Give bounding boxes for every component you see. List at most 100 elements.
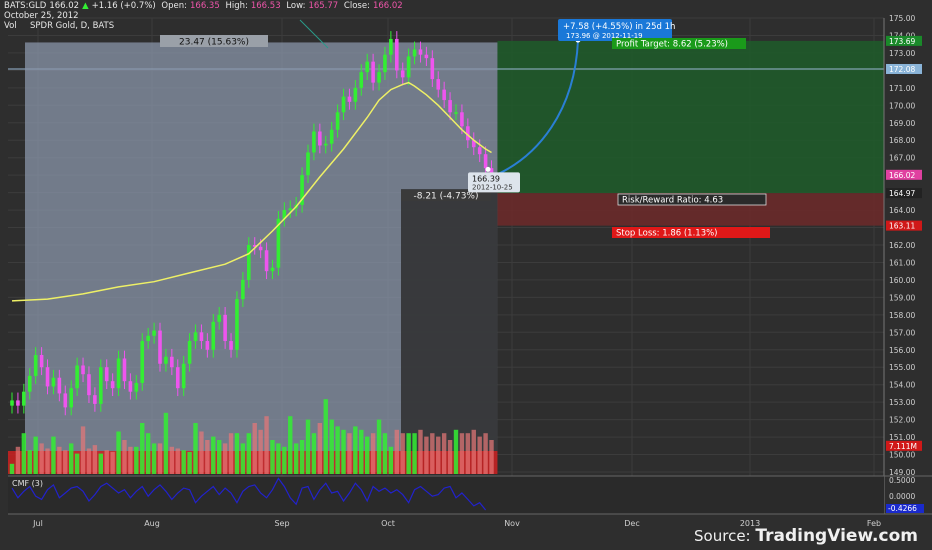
candle-body[interactable] <box>217 314 221 322</box>
candle-body[interactable] <box>258 246 263 251</box>
y-tick-label: 156.00 <box>889 346 915 355</box>
candle-body[interactable] <box>460 112 464 127</box>
candle-body[interactable] <box>288 208 293 211</box>
candle-body[interactable] <box>116 358 121 389</box>
symbol[interactable]: BATS:GLD <box>4 1 46 11</box>
volume-bar <box>63 450 68 474</box>
candle-body[interactable] <box>152 330 156 336</box>
candle-body[interactable] <box>241 279 245 300</box>
candle-body[interactable] <box>477 147 482 155</box>
candle-body[interactable] <box>347 96 352 102</box>
candle-body[interactable] <box>223 314 227 342</box>
candle-body[interactable] <box>205 341 210 350</box>
candle-body[interactable] <box>16 400 20 406</box>
candle-body[interactable] <box>87 374 91 396</box>
volume-bar <box>441 433 447 474</box>
volume-bar <box>465 433 471 474</box>
candle-body[interactable] <box>69 388 73 408</box>
candle-body[interactable] <box>383 54 387 73</box>
close-label: Close: <box>343 1 370 11</box>
candle-body[interactable] <box>235 299 239 350</box>
source-credit: Source: TradingView.com <box>694 526 918 546</box>
source-brand[interactable]: TradingView.com <box>755 526 918 546</box>
candle-body[interactable] <box>264 250 269 272</box>
candle-body[interactable] <box>51 377 56 387</box>
candle-body[interactable] <box>371 61 375 83</box>
candle-body[interactable] <box>140 341 145 383</box>
candle-body[interactable] <box>406 56 411 78</box>
candle-body[interactable] <box>335 112 340 130</box>
candle-body[interactable] <box>430 58 435 80</box>
candle-body[interactable] <box>122 358 127 382</box>
candle-body[interactable] <box>170 356 174 368</box>
candle-body[interactable] <box>329 129 334 144</box>
chart-canvas[interactable]: 23.47 (15.63%) -8.21 (-4.73%) 166.392012-1… <box>0 0 932 550</box>
price-badge-label: 163.11 <box>889 222 915 231</box>
candle-body[interactable] <box>442 89 446 101</box>
drop-range-box[interactable] <box>401 189 498 472</box>
candle-body[interactable] <box>22 391 26 406</box>
volume-bar <box>98 453 103 474</box>
candle-body[interactable] <box>454 112 458 114</box>
y-tick-label: 154.00 <box>889 381 915 390</box>
candle-body[interactable] <box>318 131 322 146</box>
candle-body[interactable] <box>270 267 275 272</box>
volume-bar <box>51 436 56 474</box>
candle-body[interactable] <box>104 367 109 382</box>
candle-body[interactable] <box>158 330 162 364</box>
candle-body[interactable] <box>436 79 441 90</box>
candle-body[interactable] <box>164 356 168 364</box>
candle-body[interactable] <box>341 96 346 113</box>
candle-body[interactable] <box>175 367 180 389</box>
candle-body[interactable] <box>389 38 393 55</box>
candle-body[interactable] <box>359 72 364 88</box>
candle-body[interactable] <box>448 100 452 113</box>
volume-bar <box>92 445 98 474</box>
candle-body[interactable] <box>63 393 68 408</box>
candle-body[interactable] <box>353 87 358 102</box>
candle-body[interactable] <box>57 377 62 394</box>
candle-body[interactable] <box>400 70 405 78</box>
candle-body[interactable] <box>306 152 310 176</box>
candle-body[interactable] <box>395 38 399 71</box>
candle-body[interactable] <box>312 131 316 153</box>
candle-body[interactable] <box>418 49 423 55</box>
candle-body[interactable] <box>39 355 44 368</box>
candle-body[interactable] <box>193 332 198 342</box>
candle-body[interactable] <box>199 332 204 342</box>
candle-body[interactable] <box>323 143 328 146</box>
candle-body[interactable] <box>110 381 115 389</box>
candle-body[interactable] <box>134 382 139 392</box>
candle-body[interactable] <box>146 335 150 342</box>
candle-body[interactable] <box>229 341 233 350</box>
candle-body[interactable] <box>81 365 85 375</box>
low-label: Low: <box>286 1 306 11</box>
volume-bar <box>39 443 44 474</box>
candle-body[interactable] <box>93 395 97 404</box>
candle-body[interactable] <box>45 367 50 387</box>
candle-body[interactable] <box>365 61 369 73</box>
candle-body[interactable] <box>412 49 417 57</box>
change-up-icon: ▲ <box>82 1 89 11</box>
candle-body[interactable] <box>10 400 14 406</box>
candle-body[interactable] <box>483 154 488 169</box>
candle-body[interactable] <box>128 381 133 392</box>
price-axis[interactable]: 149.00150.00151.00152.00153.00154.00155.… <box>883 14 915 514</box>
y-tick-label: 170.00 <box>889 101 915 110</box>
volume-bar <box>57 446 62 474</box>
y-tick-label: 173.00 <box>889 49 915 58</box>
candle-body[interactable] <box>181 363 186 389</box>
price-badge-label: 173.69 <box>889 37 915 46</box>
candle-body[interactable] <box>75 365 79 389</box>
candle-body[interactable] <box>33 355 38 376</box>
candle-body[interactable] <box>424 54 429 59</box>
cmf-pane[interactable]: CMF (3) 0.5000 0.0000 -0.4266 <box>8 475 932 515</box>
candle-body[interactable] <box>247 245 251 280</box>
candle-body[interactable] <box>377 72 381 83</box>
candle-body[interactable] <box>27 375 32 392</box>
candle-body[interactable] <box>99 367 103 404</box>
entry-point-marker[interactable] <box>485 166 491 172</box>
price-badge-label: 164.97 <box>889 189 915 198</box>
candle-body[interactable] <box>211 321 216 350</box>
candle-body[interactable] <box>187 341 192 364</box>
